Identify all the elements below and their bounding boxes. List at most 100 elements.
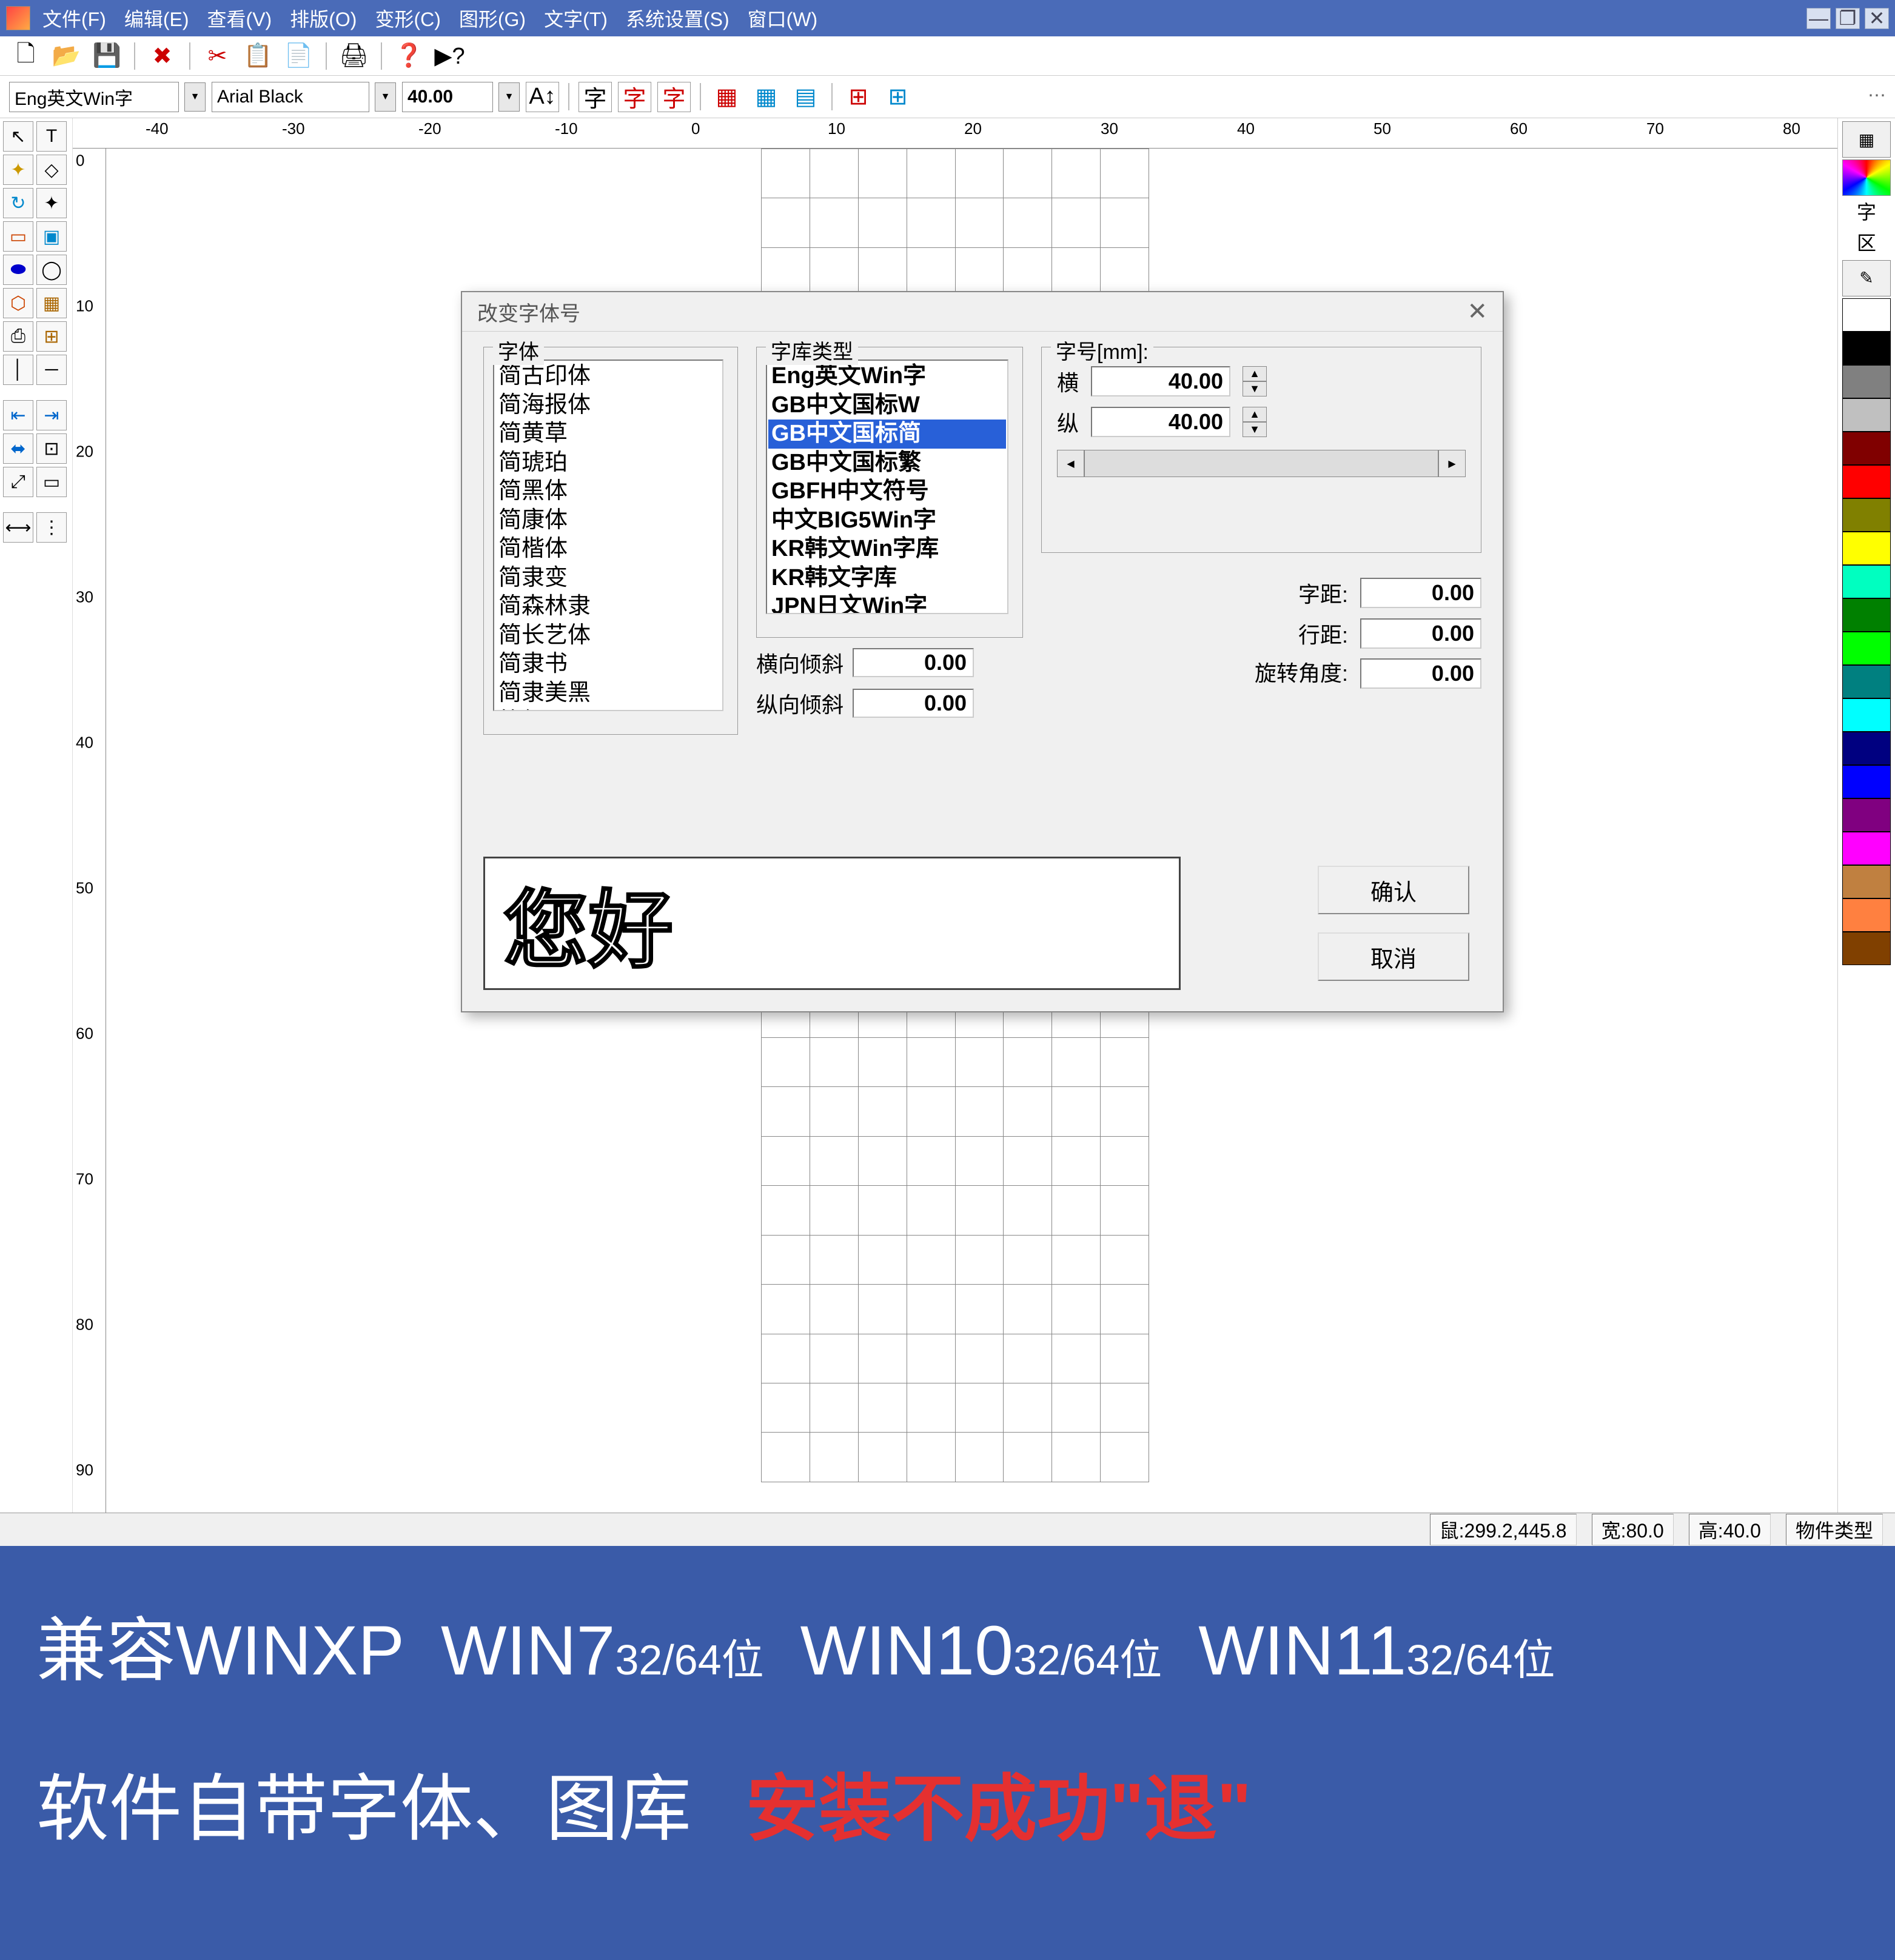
whatsthis-icon[interactable]: ▶? bbox=[433, 41, 466, 71]
palette-edit-icon[interactable]: ✎ bbox=[1842, 260, 1891, 296]
dropdown-icon[interactable]: ▼ bbox=[184, 82, 206, 112]
shape-icon[interactable]: ◇ bbox=[36, 155, 67, 185]
menu-layout[interactable]: 排版(O) bbox=[290, 4, 357, 32]
text-tool-icon[interactable]: T bbox=[36, 121, 67, 152]
h-spinner[interactable]: ▲▼ bbox=[1243, 366, 1267, 396]
v-spinner[interactable]: ▲▼ bbox=[1243, 407, 1267, 437]
text-style-3-icon[interactable]: 字 bbox=[657, 82, 691, 112]
font-option[interactable]: 简琥珀 bbox=[495, 449, 721, 478]
font-option[interactable]: 简黑体 bbox=[495, 477, 721, 506]
v-size-input[interactable] bbox=[1091, 407, 1230, 437]
libtype-option[interactable]: KR韩文字库 bbox=[768, 564, 1006, 593]
text-style-1-icon[interactable]: 字 bbox=[579, 82, 612, 112]
dropdown-icon[interactable]: ▼ bbox=[498, 82, 520, 112]
rotate-icon[interactable]: ↻ bbox=[3, 188, 33, 218]
htilt-input[interactable] bbox=[853, 648, 974, 677]
measure-icon[interactable]: ✦ bbox=[36, 188, 67, 218]
spacing-icon[interactable]: ⟷ bbox=[3, 512, 33, 543]
dropdown-icon[interactable]: ▼ bbox=[375, 82, 396, 112]
cut-icon[interactable]: ✂ bbox=[201, 41, 234, 71]
rot-input[interactable] bbox=[1360, 658, 1481, 689]
ellipse-icon[interactable]: ⬬ bbox=[3, 255, 33, 285]
color-swatch[interactable] bbox=[1842, 698, 1891, 732]
menu-view[interactable]: 查看(V) bbox=[207, 4, 272, 32]
font-combo[interactable]: Arial Black bbox=[212, 82, 369, 112]
align-1-icon[interactable]: ▦ bbox=[710, 82, 743, 112]
vtilt-input[interactable] bbox=[853, 689, 974, 718]
color-swatch[interactable] bbox=[1842, 565, 1891, 598]
font-option[interactable]: 简森林隶 bbox=[495, 592, 721, 621]
libtype-option[interactable]: KR韩文Win字库 bbox=[768, 535, 1006, 564]
text-style-2-icon[interactable]: 字 bbox=[618, 82, 651, 112]
menu-shape[interactable]: 图形(G) bbox=[459, 4, 526, 32]
font-option[interactable]: 简隶美黑 bbox=[495, 679, 721, 708]
libtype-option[interactable]: GB中文国标繁 bbox=[768, 449, 1006, 478]
color-swatch[interactable] bbox=[1842, 832, 1891, 865]
dist-h-icon[interactable]: ⬌ bbox=[3, 433, 33, 464]
libtype-option[interactable]: JPN日文Win字 bbox=[768, 592, 1006, 614]
align-3-icon[interactable]: ▤ bbox=[789, 82, 822, 112]
color-swatch[interactable] bbox=[1842, 732, 1891, 765]
select-icon[interactable]: ▭ bbox=[36, 467, 67, 497]
color-swatch[interactable] bbox=[1842, 665, 1891, 698]
paste-icon[interactable]: 📄 bbox=[282, 41, 315, 71]
color-swatch[interactable] bbox=[1842, 765, 1891, 798]
color-swatch[interactable] bbox=[1842, 398, 1891, 432]
line-v-icon[interactable]: │ bbox=[3, 355, 33, 385]
font-option[interactable]: 简康体 bbox=[495, 506, 721, 535]
menu-edit[interactable]: 编辑(E) bbox=[124, 4, 189, 32]
font-option[interactable]: 简隶变 bbox=[495, 564, 721, 593]
libtype-option[interactable]: GBFH中文符号 bbox=[768, 477, 1006, 506]
font-option[interactable]: 简楷体 bbox=[495, 535, 721, 564]
font-option[interactable]: 简长艺体 bbox=[495, 621, 721, 651]
size-scrollbar[interactable]: ◀▶ bbox=[1057, 450, 1466, 477]
menu-transform[interactable]: 变形(C) bbox=[375, 4, 440, 32]
node-icon[interactable]: ✦ bbox=[3, 155, 33, 185]
grid-2-icon[interactable]: ⊞ bbox=[881, 82, 914, 112]
align-r-icon[interactable]: ⇥ bbox=[36, 400, 67, 430]
tool-c-icon[interactable]: ⎙ bbox=[3, 321, 33, 352]
font-listbox[interactable]: 简古印体简海报体简黄草简琥珀简黑体简康体简楷体简隶变简森林隶简长艺体简隶书简隶美… bbox=[493, 360, 723, 711]
size-combo[interactable]: 40.00 bbox=[402, 82, 493, 112]
copy-icon[interactable]: 📋 bbox=[241, 41, 275, 71]
spacing-input[interactable] bbox=[1360, 578, 1481, 608]
line-h-icon[interactable]: ─ bbox=[36, 355, 67, 385]
font-size-icon[interactable]: A↕ bbox=[526, 82, 559, 112]
tool-d-icon[interactable]: ⊞ bbox=[36, 321, 67, 352]
linesp-input[interactable] bbox=[1360, 618, 1481, 649]
delete-icon[interactable]: ✖ bbox=[146, 41, 179, 71]
new-icon[interactable]: 🗋 bbox=[9, 41, 42, 71]
pointer-icon[interactable]: ↖ bbox=[3, 121, 33, 152]
frame-icon[interactable]: ▣ bbox=[36, 221, 67, 252]
more-icon[interactable]: ⋯ bbox=[1868, 85, 1886, 106]
close-button[interactable]: ✕ bbox=[1865, 8, 1889, 29]
ok-button[interactable]: 确认 bbox=[1318, 866, 1469, 914]
h-size-input[interactable] bbox=[1091, 366, 1230, 396]
circle-icon[interactable]: ◯ bbox=[36, 255, 67, 285]
align-2-icon[interactable]: ▦ bbox=[750, 82, 783, 112]
extra-icon[interactable]: ⋮ bbox=[36, 512, 67, 543]
color-swatch[interactable] bbox=[1842, 332, 1891, 365]
menu-window[interactable]: 窗口(W) bbox=[748, 4, 818, 32]
help-icon[interactable]: ❓ bbox=[392, 41, 426, 71]
dialog-close-icon[interactable]: ✕ bbox=[1467, 298, 1487, 326]
crop-icon[interactable]: ⤢ bbox=[3, 467, 33, 497]
menu-settings[interactable]: 系统设置(S) bbox=[626, 4, 729, 32]
color-swatch[interactable] bbox=[1842, 498, 1891, 532]
script-combo[interactable]: Eng英文Win字 bbox=[9, 82, 179, 112]
libtype-option[interactable]: 中文BIG5Win字 bbox=[768, 506, 1006, 535]
color-swatch[interactable] bbox=[1842, 365, 1891, 398]
grid-1-icon[interactable]: ⊞ bbox=[842, 82, 875, 112]
color-swatch[interactable] bbox=[1842, 465, 1891, 498]
libtype-option[interactable]: Eng英文Win字 bbox=[768, 362, 1006, 391]
font-option[interactable]: 简细平黑 bbox=[495, 707, 721, 711]
libtype-option[interactable]: GB中文国标简 bbox=[768, 420, 1006, 449]
menu-text[interactable]: 文字(T) bbox=[544, 4, 608, 32]
color-swatch[interactable] bbox=[1842, 598, 1891, 632]
libtype-option[interactable]: GB中文国标W bbox=[768, 391, 1006, 420]
dist-v-icon[interactable]: ⊡ bbox=[36, 433, 67, 464]
cancel-button[interactable]: 取消 bbox=[1318, 932, 1469, 981]
align-l-icon[interactable]: ⇤ bbox=[3, 400, 33, 430]
libtype-listbox[interactable]: Eng英文Win字GB中文国标WGB中文国标简GB中文国标繁GBFH中文符号中文… bbox=[766, 360, 1008, 614]
font-option[interactable]: 简黄草 bbox=[495, 420, 721, 449]
